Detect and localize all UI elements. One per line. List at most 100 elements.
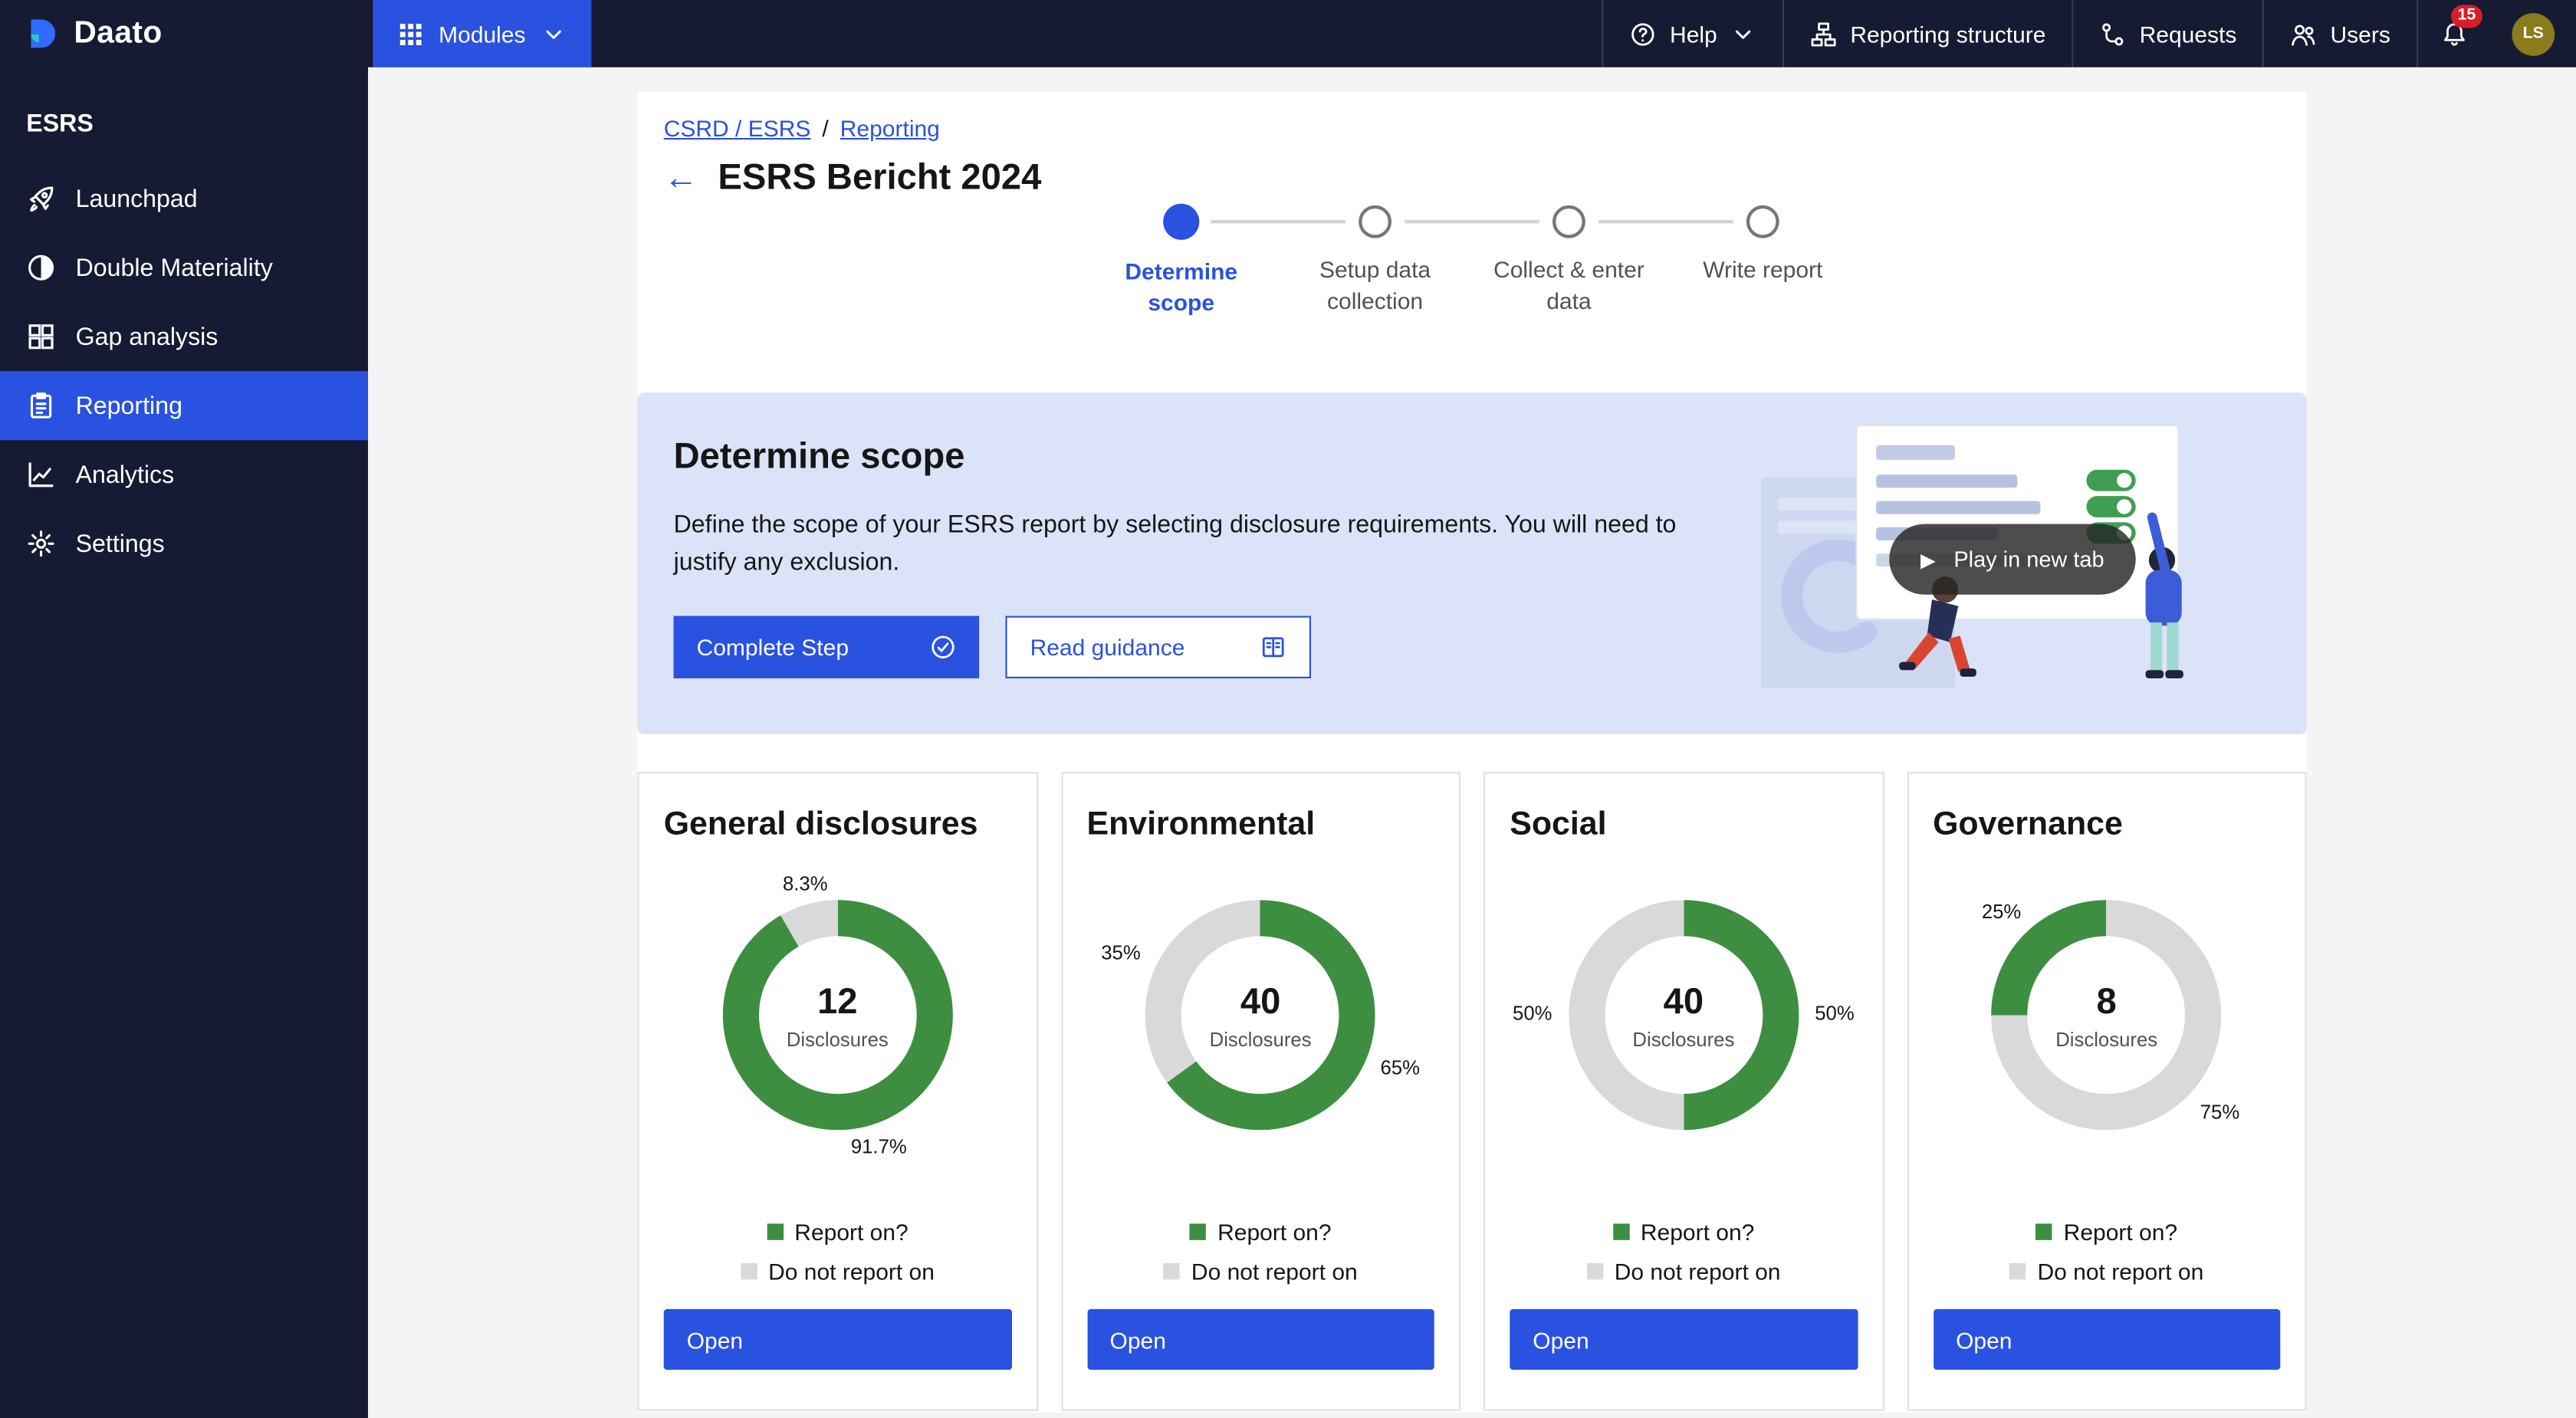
card-title: Governance	[1933, 806, 2280, 844]
pct-label: 50%	[1815, 1001, 1854, 1024]
chevron-down-icon	[1730, 21, 1756, 47]
sidebar-item-label: Analytics	[76, 461, 175, 488]
donut-chart: 40 Disclosures 35% 65%	[1145, 900, 1375, 1130]
sidebar-item-label: Gap analysis	[76, 323, 219, 350]
content-area: CSRD / ESRS / Reporting ← ESRS Bericht 202…	[368, 67, 2576, 1418]
help-label: Help	[1670, 21, 1717, 47]
breadcrumb-link-reporting[interactable]: Reporting	[840, 115, 940, 141]
open-button[interactable]: Open	[1510, 1309, 1857, 1370]
breadcrumb: CSRD / ESRS / Reporting	[664, 115, 2281, 141]
grid-icon	[26, 322, 56, 352]
sidebar-item-label: Settings	[76, 530, 165, 557]
play-in-new-tab-button[interactable]: ▶ Play in new tab	[1889, 524, 2135, 595]
donut-center: 12 Disclosures	[758, 936, 916, 1094]
daato-logo-icon	[26, 16, 61, 51]
disclosure-unit: Disclosures	[1210, 1027, 1312, 1050]
card-title: Social	[1510, 806, 1857, 844]
avatar[interactable]: LS	[2512, 12, 2555, 55]
sidebar-item-double-materiality[interactable]: Double Materiality	[0, 233, 368, 302]
flow-icon	[2100, 21, 2126, 47]
half-circle-icon	[26, 253, 56, 283]
pct-label: 91.7%	[851, 1135, 907, 1158]
page-title: ESRS Bericht 2024	[718, 156, 1041, 199]
legend-label: Do not report on	[1191, 1258, 1358, 1284]
open-button[interactable]: Open	[664, 1309, 1011, 1370]
breadcrumb-separator: /	[822, 115, 828, 141]
pct-label: 75%	[2200, 1101, 2239, 1124]
pct-label: 25%	[1982, 900, 2021, 923]
sidebar-item-reporting[interactable]: Reporting	[0, 371, 368, 440]
complete-step-label: Complete Step	[697, 634, 849, 660]
legend-swatch-gray	[741, 1263, 757, 1279]
line-chart-icon	[26, 460, 56, 490]
sidebar-item-gap-analysis[interactable]: Gap analysis	[0, 302, 368, 371]
pct-label: 50%	[1513, 1001, 1552, 1024]
step-circle-active	[1163, 204, 1199, 240]
read-guidance-button[interactable]: Read guidance	[1005, 616, 1311, 678]
sidebar-item-settings[interactable]: Settings	[0, 509, 368, 578]
donut-chart: 40 Disclosures 50% 50%	[1569, 900, 1799, 1130]
donut-center: 8 Disclosures	[2028, 936, 2186, 1094]
legend-swatch-green	[1190, 1223, 1206, 1239]
donut-center: 40 Disclosures	[1181, 936, 1339, 1094]
disclosure-count: 40	[1240, 980, 1280, 1022]
brand-name: Daato	[74, 15, 162, 51]
read-guidance-label: Read guidance	[1030, 634, 1185, 660]
app-window: Daato ESRS Launchpad Double Mate	[0, 0, 2576, 1418]
chevron-down-icon	[540, 21, 567, 47]
step-determine-scope[interactable]: Determine scope	[1084, 204, 1278, 319]
donut-chart: 8 Disclosures 25% 75%	[1992, 900, 2222, 1130]
notifications-button[interactable]: 15	[2417, 0, 2490, 67]
complete-step-button[interactable]: Complete Step	[674, 616, 980, 678]
card-governance: Governance 8 Disclosures 25% 75% Report …	[1907, 772, 2307, 1411]
step-label: Determine scope	[1089, 256, 1273, 318]
legend-swatch-gray	[2009, 1263, 2026, 1279]
users-button[interactable]: Users	[2263, 0, 2417, 67]
donut-center: 40 Disclosures	[1605, 936, 1763, 1094]
card-environmental: Environmental 40 Disclosures 35% 65% Rep…	[1060, 772, 1460, 1411]
legend-swatch-green	[1612, 1223, 1628, 1239]
legend: Report on? Do not report on	[664, 1219, 1011, 1285]
step-circle	[1359, 205, 1392, 238]
modules-grid-icon	[398, 21, 424, 47]
legend-label: Do not report on	[1615, 1258, 1781, 1284]
legend-label: Do not report on	[2037, 1258, 2203, 1284]
requests-button[interactable]: Requests	[2072, 0, 2263, 67]
card-title: Environmental	[1087, 806, 1434, 844]
brand-logo[interactable]: Daato	[0, 0, 368, 67]
step-setup-data-collection[interactable]: Setup data collection	[1278, 204, 1472, 319]
legend: Report on? Do not report on	[1933, 1219, 2280, 1285]
determine-scope-panel: Determine scope Define the scope of your…	[637, 392, 2306, 734]
pct-label: 65%	[1380, 1056, 1419, 1079]
modules-label: Modules	[439, 21, 525, 47]
open-button[interactable]: Open	[1087, 1309, 1434, 1370]
legend-swatch-gray	[1586, 1263, 1602, 1279]
reporting-structure-label: Reporting structure	[1850, 21, 2045, 47]
card-social: Social 40 Disclosures 50% 50% Report on?	[1484, 772, 1884, 1411]
hierarchy-icon	[1811, 21, 1837, 47]
category-cards: General disclosures 12 Disclosures 8.3% …	[637, 772, 2306, 1413]
sidebar-item-launchpad[interactable]: Launchpad	[0, 164, 368, 233]
users-label: Users	[2331, 21, 2390, 47]
step-label: Collect & enter data	[1477, 254, 1661, 317]
legend-label: Report on?	[1217, 1219, 1331, 1245]
step-collect-enter-data[interactable]: Collect & enter data	[1472, 204, 1666, 319]
step-write-report[interactable]: Write report	[1666, 204, 1860, 319]
help-menu[interactable]: Help	[1602, 0, 1783, 67]
modules-button[interactable]: Modules	[373, 0, 591, 67]
guidance-book-icon	[1260, 634, 1286, 660]
open-button[interactable]: Open	[1933, 1309, 2280, 1370]
notification-badge: 15	[2451, 5, 2482, 28]
step-label: Setup data collection	[1283, 254, 1467, 317]
clipboard-icon	[26, 391, 56, 421]
breadcrumb-link-csrd-esrs[interactable]: CSRD / ESRS	[664, 115, 811, 141]
legend: Report on? Do not report on	[1087, 1219, 1434, 1285]
topbar: Modules Help	[368, 0, 2576, 67]
disclosure-unit: Disclosures	[787, 1027, 889, 1050]
back-button[interactable]: ←	[664, 160, 698, 195]
legend-label: Report on?	[794, 1219, 908, 1245]
reporting-structure-button[interactable]: Reporting structure	[1783, 0, 2072, 67]
legend-label: Report on?	[2064, 1219, 2177, 1245]
card-title: General disclosures	[664, 806, 1011, 844]
sidebar-item-analytics[interactable]: Analytics	[0, 440, 368, 509]
